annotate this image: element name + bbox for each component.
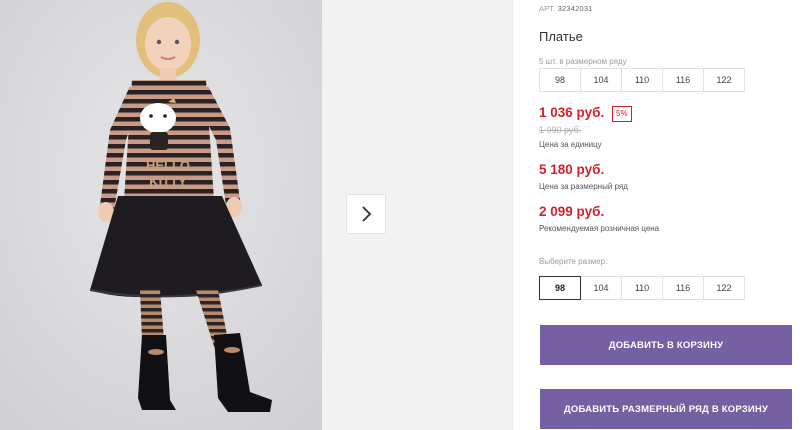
sku-value: 32342031 xyxy=(557,4,593,13)
range-sizes: 98 104 110 116 122 xyxy=(539,68,745,92)
column-divider xyxy=(512,0,513,430)
retail-price: 2 099 руб. xyxy=(539,204,605,219)
product-image[interactable]: HELLO KITTY xyxy=(0,0,322,430)
add-to-cart-button[interactable]: ДОБАВИТЬ В КОРЗИНУ xyxy=(540,325,792,365)
range-size-110: 110 xyxy=(621,68,663,92)
product-photo-illustration: HELLO KITTY xyxy=(0,0,322,430)
size-select-label: Выберите размер: xyxy=(539,257,608,266)
unit-price: 1 036 руб. xyxy=(539,105,605,120)
size-option-104[interactable]: 104 xyxy=(580,276,622,300)
discount-badge: 5% xyxy=(612,106,632,122)
svg-text:KITTY: KITTY xyxy=(149,174,187,189)
size-option-110[interactable]: 110 xyxy=(621,276,663,300)
product-title: Платье xyxy=(539,29,583,44)
size-option-116[interactable]: 116 xyxy=(662,276,704,300)
next-image-button[interactable] xyxy=(346,194,386,234)
retail-price-caption: Рекомендуемая розничная цена xyxy=(539,224,660,233)
range-size-104: 104 xyxy=(580,68,622,92)
size-option-98[interactable]: 98 xyxy=(539,276,581,300)
range-label: 5 шт. в размерном ряду xyxy=(539,57,627,66)
sku: АРТ. 32342031 xyxy=(539,4,593,13)
size-selector: 98 104 110 116 122 xyxy=(539,276,745,300)
range-price: 5 180 руб. xyxy=(539,162,605,177)
chevron-right-icon xyxy=(362,206,372,222)
unit-price-caption: Цена за единицу xyxy=(539,140,602,149)
range-size-98: 98 xyxy=(539,68,581,92)
range-size-116: 116 xyxy=(662,68,704,92)
old-price: 1 090 руб. xyxy=(539,125,582,135)
sku-label: АРТ. xyxy=(539,4,556,13)
add-range-to-cart-button[interactable]: ДОБАВИТЬ РАЗМЕРНЫЙ РЯД В КОРЗИНУ xyxy=(540,389,792,429)
svg-text:HELLO: HELLO xyxy=(146,158,190,173)
range-size-122: 122 xyxy=(703,68,745,92)
size-option-122[interactable]: 122 xyxy=(703,276,745,300)
range-price-caption: Цена за размерный ряд xyxy=(539,182,628,191)
